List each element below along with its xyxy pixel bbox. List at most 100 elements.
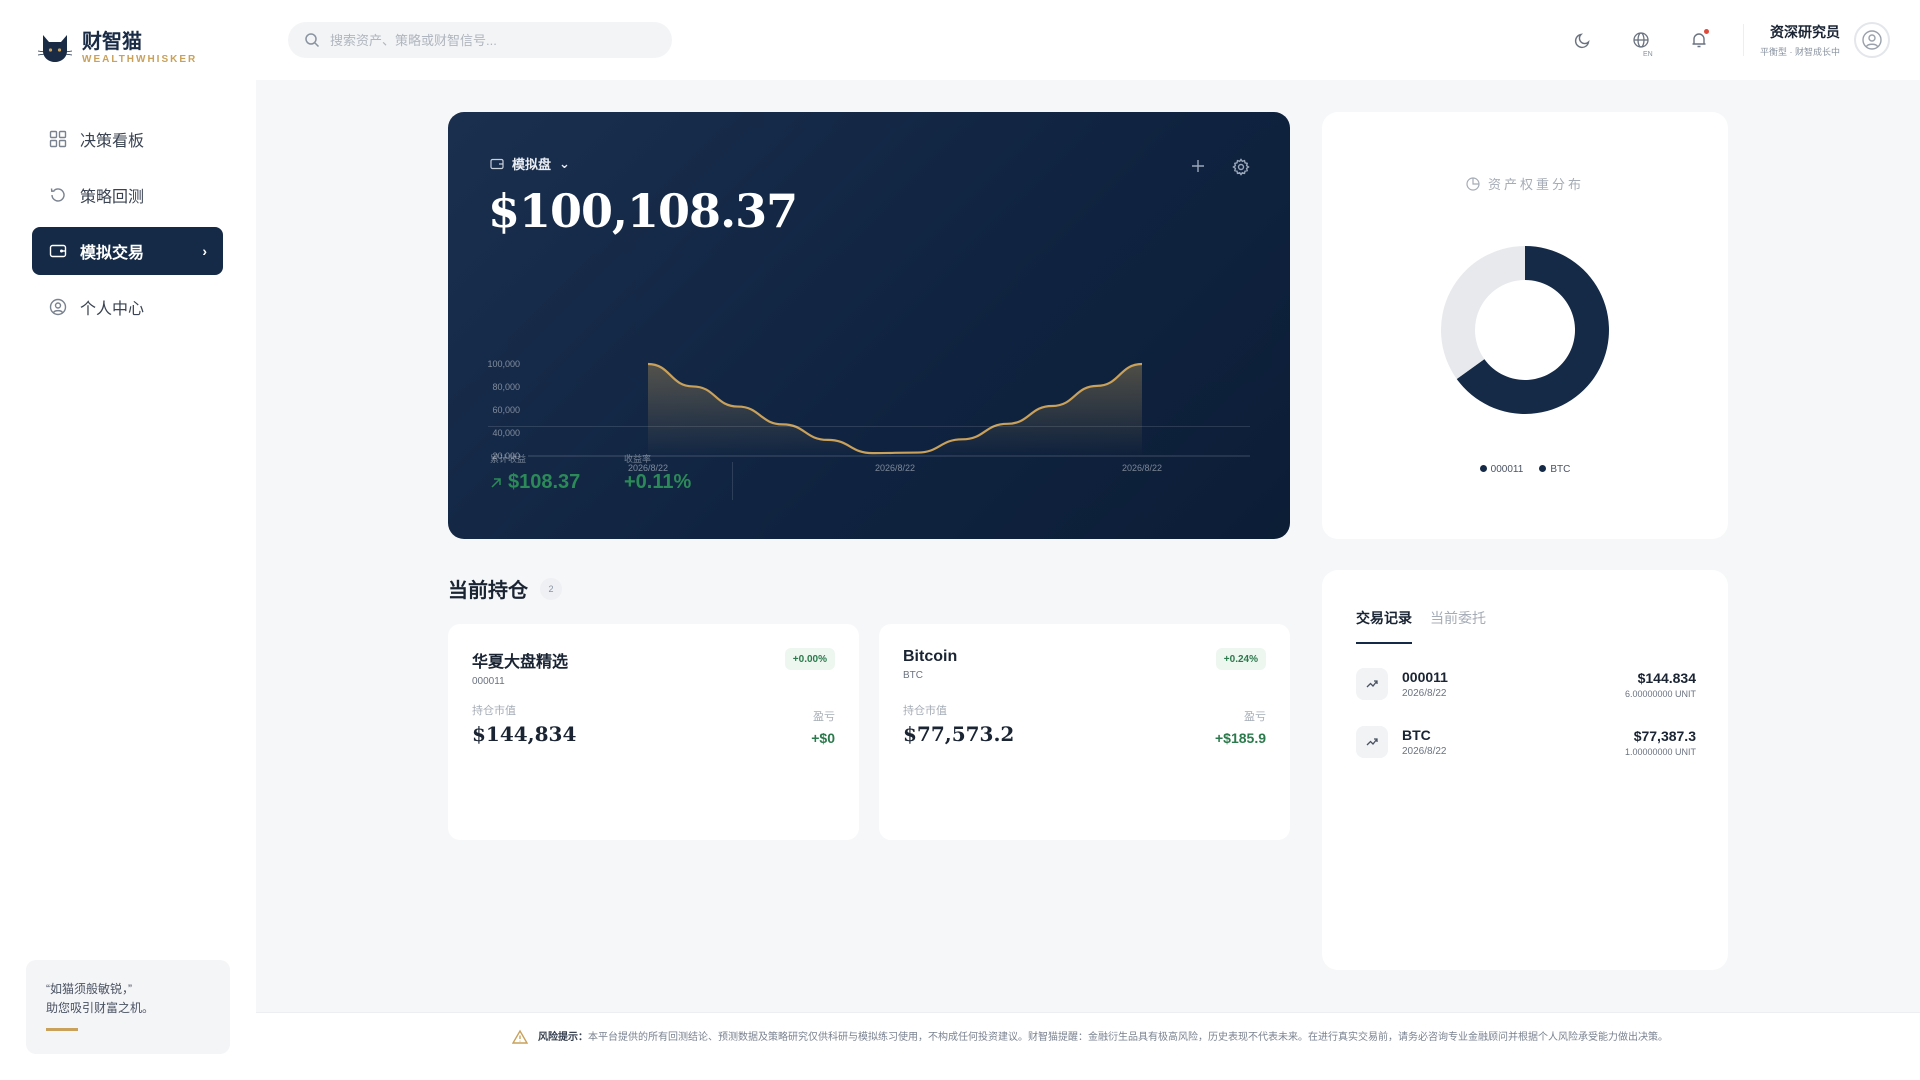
settings-icon[interactable] bbox=[1232, 158, 1250, 176]
wallet-icon bbox=[48, 241, 68, 261]
theme-toggle-button[interactable] bbox=[1563, 20, 1603, 60]
risk-footer: 风险提示：本平台提供的所有回测结论、预测数据及策略研究仅供科研与模拟练习使用，不… bbox=[256, 1012, 1920, 1080]
language-button[interactable]: EN bbox=[1621, 20, 1661, 60]
risk-label: 风险提示： bbox=[538, 1032, 588, 1043]
legend-item: 000011 bbox=[1479, 464, 1524, 475]
account-type-label: 模拟盘 bbox=[512, 157, 552, 172]
topbar-actions: EN 资深研究员 平衡型 · 财智成长中 bbox=[1563, 0, 1920, 80]
divider bbox=[732, 462, 733, 500]
user-subtitle: 平衡型 · 财智成长中 bbox=[1760, 47, 1840, 57]
topbar: EN 资深研究员 平衡型 · 财智成长中 bbox=[256, 0, 1920, 80]
risk-text: 风险提示：本平台提供的所有回测结论、预测数据及策略研究仅供科研与模拟练习使用，不… bbox=[538, 1029, 1668, 1046]
user-info[interactable]: 资深研究员 平衡型 · 财智成长中 bbox=[1760, 22, 1840, 58]
legend-dot bbox=[1479, 465, 1487, 472]
holding-name: 华夏大盘精选 bbox=[472, 654, 569, 671]
pnl-label: 盈亏 bbox=[1244, 711, 1266, 723]
allocation-title-text: 资产权重分布 bbox=[1487, 177, 1584, 192]
stat-value-row: $108.37 bbox=[490, 471, 580, 494]
search-input[interactable] bbox=[330, 32, 650, 48]
stat-value: +0.11% bbox=[624, 471, 692, 493]
account-total-value: $100,108.37 bbox=[488, 184, 798, 238]
transaction-quantity: 6.00000000 UNIT bbox=[1624, 688, 1696, 699]
brand-subtitle: WEALTHWHISKER bbox=[82, 54, 198, 65]
market-value: $77,573.2 bbox=[903, 722, 1015, 746]
legend-item: BTC bbox=[1539, 464, 1570, 475]
stat-label: 累计收益 bbox=[490, 454, 527, 464]
holdings-title: 当前持仓 2 bbox=[448, 574, 562, 603]
market-value-label: 持仓市值 bbox=[472, 705, 516, 717]
account-actions bbox=[1190, 158, 1250, 176]
history-icon bbox=[48, 185, 68, 205]
transaction-amounts: $77,387.3 1.00000000 UNIT bbox=[1625, 728, 1696, 757]
chevron-right-icon: › bbox=[202, 243, 207, 259]
quote-line: 助您吸引财富之机。 bbox=[46, 1001, 155, 1015]
y-tick-label: 80,000 bbox=[492, 382, 520, 392]
stat-label: 收益率 bbox=[624, 454, 652, 464]
transaction-quantity: 1.00000000 UNIT bbox=[1624, 746, 1696, 757]
sidebar-item-label: 决策看板 bbox=[80, 133, 145, 150]
holding-card[interactable]: Bitcoin BTC +0.24% 持仓市值 $77,573.2 盈亏 +$1… bbox=[879, 624, 1290, 840]
chevron-down-icon: ⌄ bbox=[559, 155, 570, 171]
trend-up-icon bbox=[1356, 726, 1388, 758]
transaction-date: 2026/8/22 bbox=[1402, 746, 1447, 757]
search-icon bbox=[305, 33, 320, 48]
y-tick-label: 60,000 bbox=[492, 405, 520, 415]
sidebar-item-dashboard[interactable]: 决策看板 bbox=[32, 115, 223, 163]
allocation-donut bbox=[1440, 246, 1609, 414]
transaction-amounts: $144.834 6.00000000 UNIT bbox=[1625, 670, 1696, 699]
transactions-tabs: 交易记录 当前委托 bbox=[1356, 608, 1486, 644]
transaction-row[interactable]: BTC 2026/8/22 $77,387.3 1.00000000 UNIT bbox=[1356, 720, 1696, 764]
warning-icon bbox=[512, 1029, 528, 1044]
quote-accent-bar bbox=[46, 1028, 78, 1031]
pie-chart-icon bbox=[1466, 176, 1480, 191]
sidebar-item-label: 策略回测 bbox=[80, 189, 145, 206]
notification-dot bbox=[1704, 29, 1709, 34]
avatar[interactable] bbox=[1854, 22, 1890, 58]
x-tick-label: 2026/8/22 bbox=[875, 463, 915, 473]
notifications-button[interactable] bbox=[1679, 20, 1719, 60]
dashboard-icon bbox=[48, 129, 68, 149]
market-value-label: 持仓市值 bbox=[903, 705, 947, 717]
user-name: 资深研究员 bbox=[1770, 24, 1840, 40]
sidebar-item-label: 模拟交易 bbox=[80, 245, 145, 262]
transaction-info: BTC 2026/8/22 bbox=[1402, 727, 1447, 757]
user-circle-icon bbox=[48, 297, 68, 317]
y-tick-label: 100,000 bbox=[487, 359, 520, 369]
legend-label: BTC bbox=[1550, 464, 1571, 475]
transaction-info: 000011 2026/8/22 bbox=[1402, 669, 1448, 699]
pnl-value: +$0 bbox=[811, 730, 835, 746]
transactions-card: 交易记录 当前委托 000011 2026/8/22 $144.834 6.00… bbox=[1322, 570, 1728, 970]
tab-open-orders[interactable]: 当前委托 bbox=[1430, 608, 1486, 644]
cat-logo-icon bbox=[38, 34, 72, 62]
donut-slice-btc[interactable] bbox=[1440, 246, 1525, 379]
sidebar-item-backtest[interactable]: 策略回测 bbox=[32, 171, 223, 219]
holding-card[interactable]: 华夏大盘精选 000011 +0.00% 持仓市值 $144,834 盈亏 +$… bbox=[448, 624, 859, 840]
tab-trade-history[interactable]: 交易记录 bbox=[1356, 608, 1412, 644]
transaction-asset: 000011 bbox=[1402, 669, 1448, 685]
transaction-asset: BTC bbox=[1402, 727, 1431, 743]
sidebar: 财智猫 WEALTHWHISKER 决策看板 策略回测 模拟交易 › 个人中心 … bbox=[0, 0, 256, 1080]
search-box[interactable] bbox=[288, 22, 672, 58]
divider bbox=[488, 426, 1250, 427]
user-icon bbox=[1862, 30, 1882, 50]
change-badge: +0.00% bbox=[784, 648, 835, 670]
transaction-row[interactable]: 000011 2026/8/22 $144.834 6.00000000 UNI… bbox=[1356, 662, 1696, 706]
add-icon[interactable] bbox=[1190, 158, 1206, 174]
holding-code: BTC bbox=[903, 670, 923, 681]
stat-cumulative-return: 累计收益 $108.37 bbox=[490, 452, 580, 494]
legend-label: 000011 bbox=[1490, 464, 1524, 475]
account-type-selector[interactable]: 模拟盘 ⌄ bbox=[490, 154, 570, 173]
change-badge: +0.24% bbox=[1215, 648, 1266, 670]
brand-quote: “如猫须般敏锐，” 助您吸引财富之机。 bbox=[26, 960, 230, 1054]
sidebar-item-paper-trading[interactable]: 模拟交易 › bbox=[32, 227, 223, 275]
sidebar-item-profile[interactable]: 个人中心 bbox=[32, 283, 223, 331]
transaction-amount: $77,387.3 bbox=[1633, 727, 1696, 744]
divider bbox=[1743, 24, 1744, 56]
brand-name: 财智猫 bbox=[82, 29, 142, 53]
brand-logo[interactable]: 财智猫 WEALTHWHISKER bbox=[38, 30, 197, 65]
pnl-value: +$185.9 bbox=[1215, 730, 1266, 746]
holdings-title-text: 当前持仓 bbox=[448, 580, 528, 602]
x-tick-label: 2026/8/22 bbox=[1122, 463, 1162, 473]
risk-body: 本平台提供的所有回测结论、预测数据及策略研究仅供科研与模拟练习使用，不构成任何投… bbox=[588, 1032, 1668, 1043]
wallet-icon bbox=[490, 158, 504, 169]
